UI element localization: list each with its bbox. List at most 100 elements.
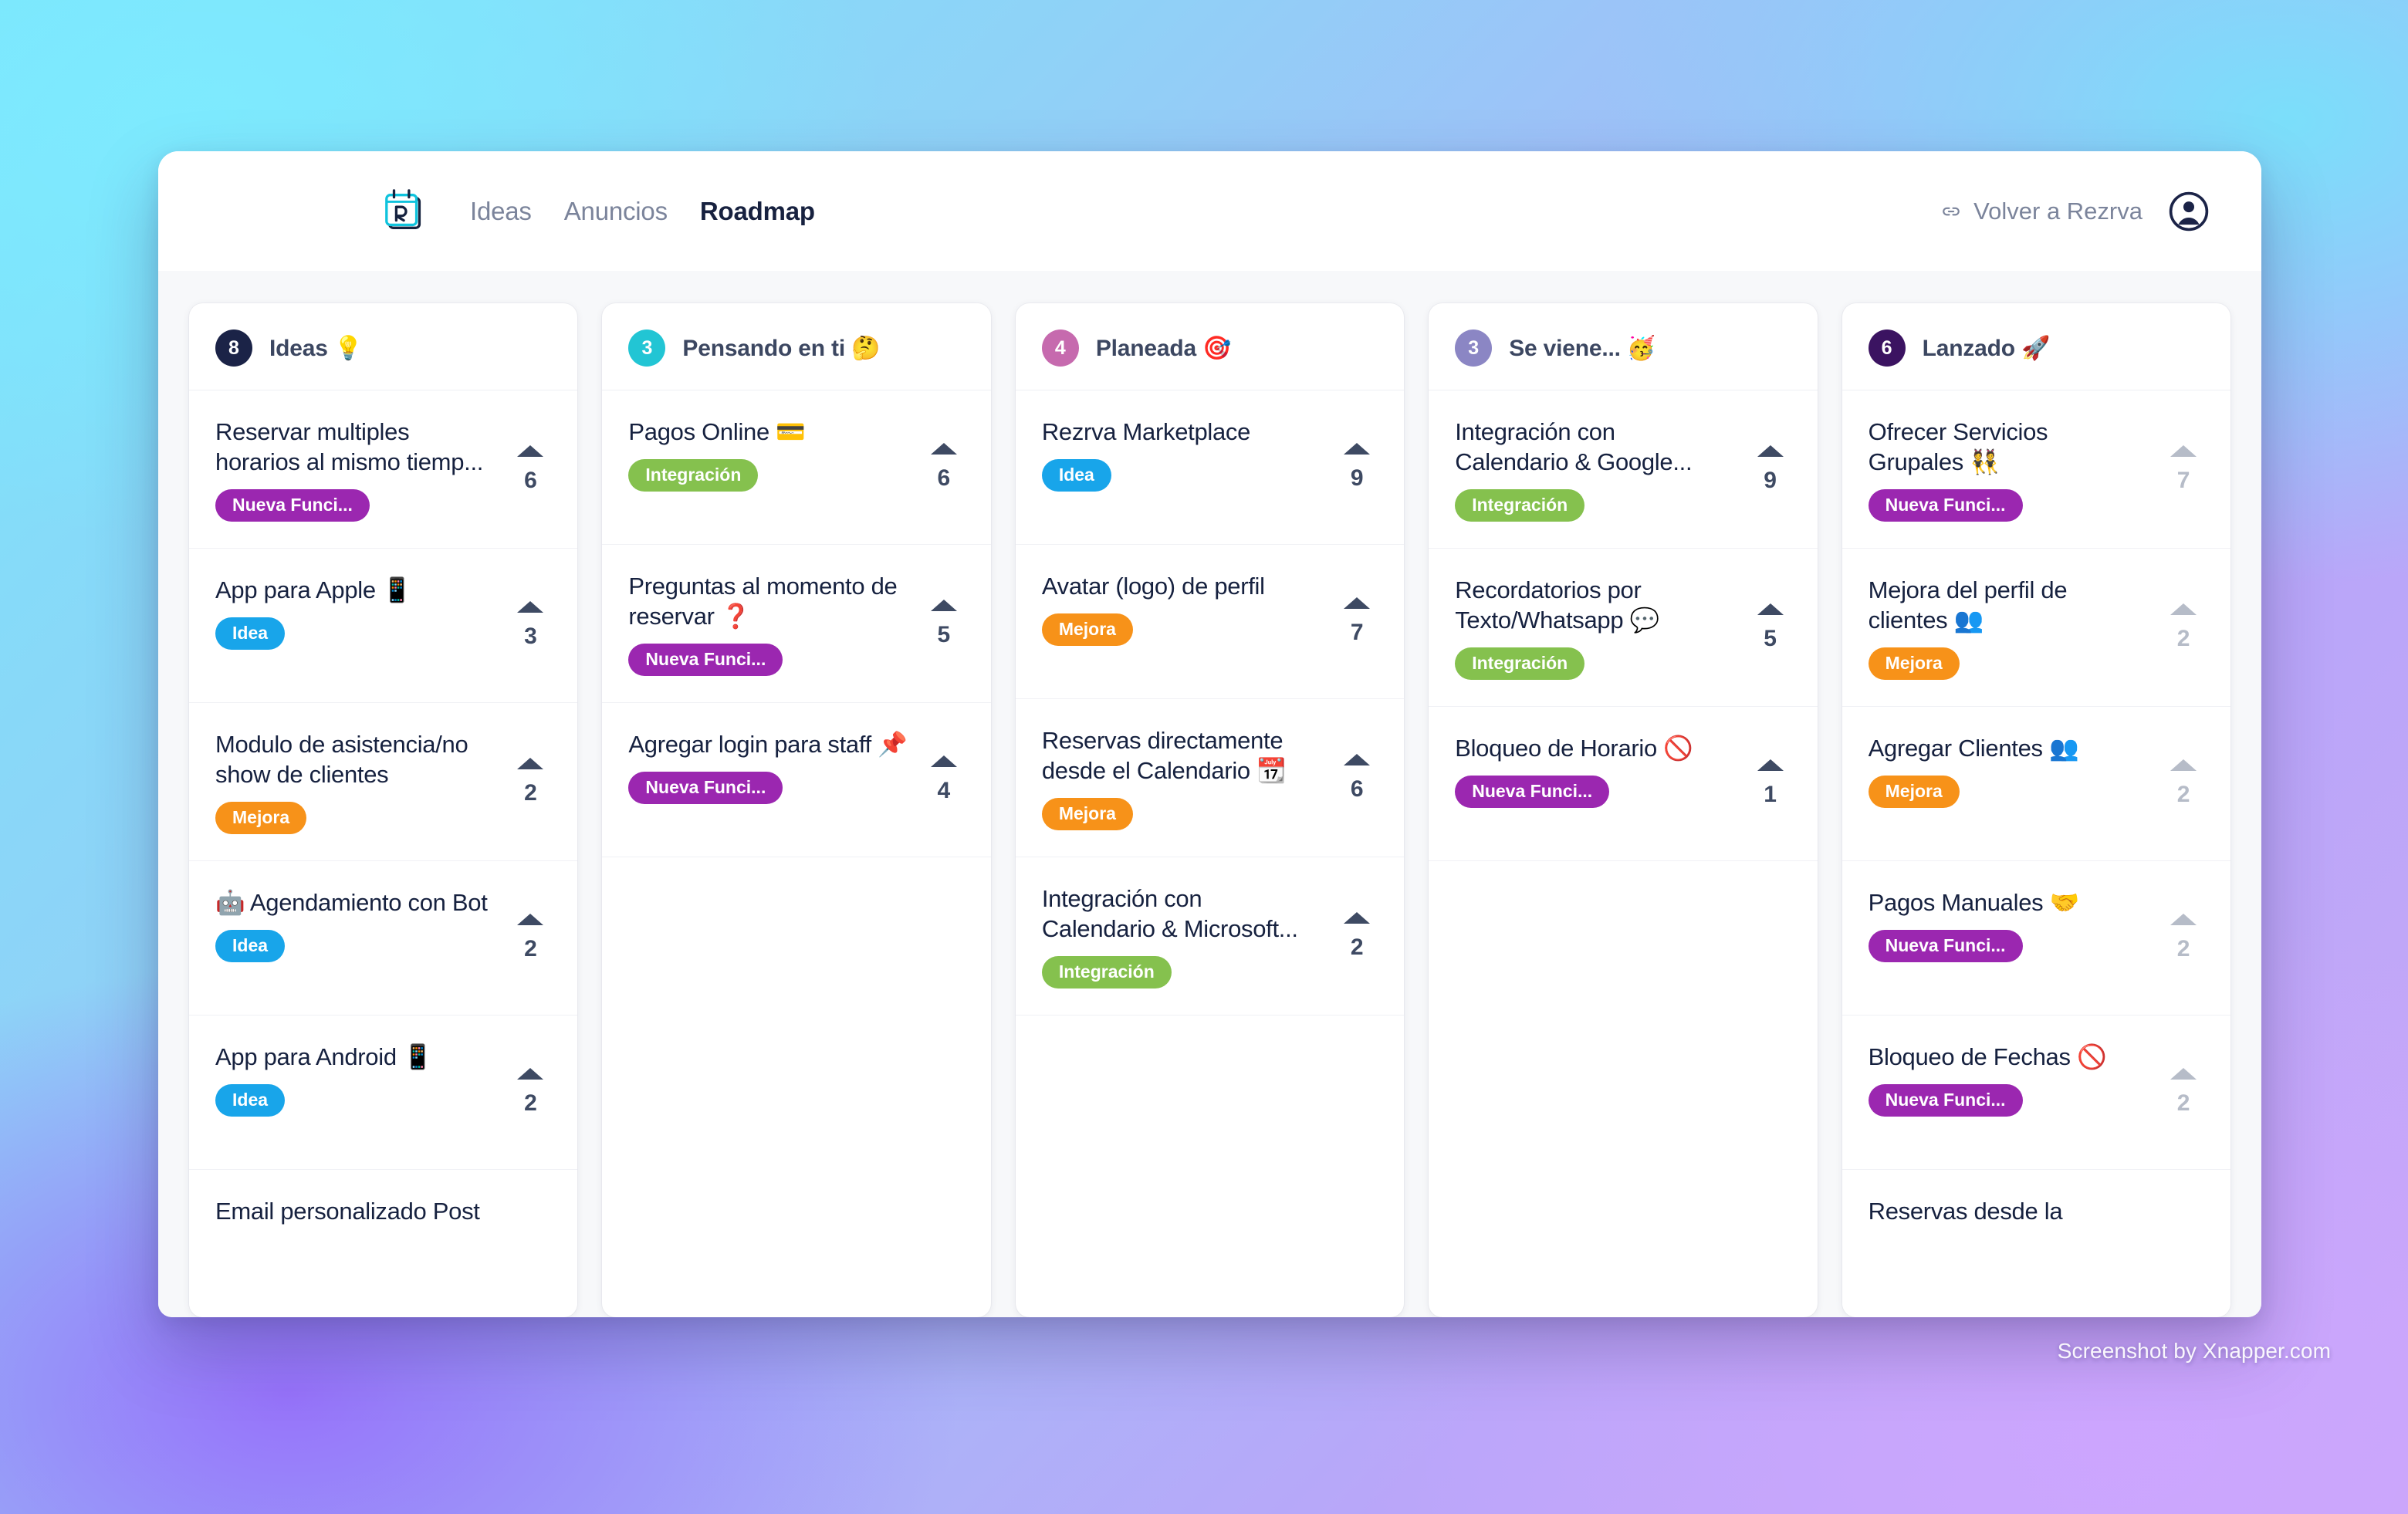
card-tag-badge: Mejora	[1868, 776, 1960, 809]
vote-control[interactable]: 6	[920, 443, 968, 492]
roadmap-card[interactable]: Rezrva Marketplace Idea 9	[1015, 390, 1405, 545]
upvote-arrow-icon[interactable]	[517, 914, 544, 926]
vote-control[interactable]: 3	[506, 601, 554, 650]
upvote-arrow-icon[interactable]	[517, 1068, 544, 1080]
upvote-arrow-icon	[2170, 914, 2197, 926]
column-title: Lanzado 🚀	[1922, 335, 2051, 361]
upvote-arrow-icon[interactable]	[1757, 444, 1784, 457]
roadmap-card[interactable]: Reservas desde la	[1842, 1170, 2231, 1317]
upvote-arrow-icon[interactable]	[517, 601, 544, 613]
card-main: Bloqueo de Fechas 🚫 Nueva Funci...	[1868, 1042, 2159, 1117]
roadmap-card[interactable]: Bloqueo de Fechas 🚫 Nueva Funci... 2	[1842, 1016, 2231, 1171]
roadmap-card[interactable]: Reservar multiples horarios al mismo tie…	[189, 390, 578, 549]
card-main: Mejora del perfil de clientes 👥 Mejora	[1868, 575, 2159, 681]
nav-link-ideas[interactable]: Ideas	[470, 197, 532, 226]
vote-count: 1	[1764, 782, 1777, 808]
upvote-arrow-icon[interactable]	[517, 757, 544, 769]
roadmap-card[interactable]: Bloqueo de Horario 🚫 Nueva Funci... 1	[1429, 707, 1818, 862]
roadmap-card[interactable]: Agregar Clientes 👥 Mejora 2	[1842, 707, 2231, 862]
upvote-arrow-icon[interactable]	[930, 755, 957, 768]
upvote-arrow-icon[interactable]	[1344, 443, 1371, 455]
upvote-arrow-icon[interactable]	[1757, 759, 1784, 772]
watermark: Screenshot by Xnapper.com	[2057, 1339, 2331, 1363]
vote-control[interactable]: 6	[506, 444, 554, 494]
nav-link-roadmap[interactable]: Roadmap	[700, 197, 815, 226]
vote-count: 6	[937, 465, 951, 491]
roadmap-card[interactable]: 🤖 Agendamiento con Bot Idea 2	[189, 861, 578, 1016]
roadmap-card[interactable]: Recordatorios por Texto/Whatsapp 💬 Integ…	[1429, 549, 1818, 708]
column-count-badge: 3	[628, 329, 666, 367]
upvote-arrow-icon[interactable]	[517, 444, 544, 457]
column-card-list: Rezrva Marketplace Idea 9 Avatar (logo) …	[1015, 390, 1405, 1317]
vote-count: 9	[1350, 465, 1364, 491]
roadmap-card[interactable]: Pagos Online 💳 Integración 6	[602, 390, 991, 545]
card-main: Reservar multiples horarios al mismo tie…	[215, 417, 506, 522]
card-main: Pagos Online 💳 Integración	[628, 417, 919, 492]
column-count-badge: 3	[1455, 329, 1493, 367]
column-title: Ideas 💡	[269, 335, 364, 361]
card-title: Email personalizado Post	[215, 1198, 480, 1225]
upvote-arrow-icon[interactable]	[930, 599, 957, 611]
card-title: Integración con Calendario & Microsoft..…	[1041, 885, 1298, 943]
roadmap-card[interactable]: App para Apple 📱 Idea 3	[189, 549, 578, 704]
vote-control[interactable]: 9	[1333, 443, 1381, 492]
nav-link-anuncios[interactable]: Anuncios	[564, 197, 668, 226]
user-avatar-icon[interactable]	[2169, 191, 2209, 231]
upvote-arrow-icon	[2170, 759, 2197, 772]
column-card-list: Reservar multiples horarios al mismo tie…	[189, 390, 578, 1317]
app-window: Ideas Anuncios Roadmap Volver a Rezrva 8…	[158, 151, 2261, 1317]
vote-control[interactable]: 2	[506, 1068, 554, 1117]
card-tag-badge: Idea	[215, 930, 286, 963]
roadmap-card[interactable]: App para Android 📱 Idea 2	[189, 1016, 578, 1171]
roadmap-card[interactable]: Modulo de asistencia/no show de clientes…	[189, 703, 578, 862]
card-main: App para Android 📱 Idea	[215, 1042, 506, 1117]
vote-control[interactable]: 6	[1333, 753, 1381, 803]
roadmap-card[interactable]: Reservas directamente desde el Calendari…	[1015, 699, 1405, 858]
vote-control[interactable]: 1	[1747, 759, 1794, 808]
roadmap-card[interactable]: Agregar login para staff 📌 Nueva Funci..…	[602, 703, 991, 858]
roadmap-card[interactable]: Ofrecer Servicios Grupales 👯 Nueva Funci…	[1842, 390, 2231, 549]
upvote-arrow-icon[interactable]	[930, 443, 957, 455]
vote-control[interactable]: 9	[1747, 444, 1794, 494]
card-main: 🤖 Agendamiento con Bot Idea	[215, 887, 506, 963]
vote-control[interactable]: 7	[1333, 597, 1381, 646]
roadmap-card[interactable]: Pagos Manuales 🤝 Nueva Funci... 2	[1842, 861, 2231, 1016]
vote-control[interactable]: 5	[920, 599, 968, 648]
upvote-arrow-icon[interactable]	[1344, 753, 1371, 765]
roadmap-card[interactable]: Preguntas al momento de reservar ❓ Nueva…	[602, 545, 991, 704]
vote-control[interactable]: 2	[506, 757, 554, 806]
card-tag-badge: Nueva Funci...	[1868, 1084, 2023, 1117]
vote-count: 4	[937, 778, 951, 804]
vote-control[interactable]: 2	[506, 914, 554, 962]
card-title: Agregar Clientes 👥	[1868, 735, 2079, 762]
roadmap-card[interactable]: Avatar (logo) de perfil Mejora 7	[1015, 545, 1405, 699]
roadmap-card[interactable]: Integración con Calendario & Microsoft..…	[1015, 857, 1405, 1016]
board-column-se-viene: 3 Se viene... 🥳 Integración con Calendar…	[1429, 303, 1818, 1317]
vote-control: 2	[2159, 759, 2207, 808]
upvote-arrow-icon[interactable]	[1344, 597, 1371, 609]
roadmap-card[interactable]: Email personalizado Post	[189, 1170, 578, 1317]
calendar-r-logo-icon[interactable]	[382, 188, 430, 235]
column-header: 3 Se viene... 🥳	[1429, 303, 1818, 390]
card-title: Modulo de asistencia/no show de clientes	[215, 731, 468, 789]
card-main: Avatar (logo) de perfil Mejora	[1041, 571, 1333, 647]
column-header: 8 Ideas 💡	[189, 303, 578, 390]
card-tag-badge: Mejora	[1041, 798, 1133, 831]
upvote-arrow-icon[interactable]	[1344, 911, 1371, 924]
vote-control[interactable]: 2	[1333, 911, 1381, 961]
card-title: Avatar (logo) de perfil	[1041, 573, 1265, 600]
vote-count: 2	[2176, 936, 2190, 962]
vote-control[interactable]: 5	[1747, 603, 1794, 652]
nav-right-group: Volver a Rezrva	[1940, 191, 2209, 231]
card-tag-badge: Mejora	[1041, 613, 1133, 647]
roadmap-card[interactable]: Integración con Calendario & Google... I…	[1429, 390, 1818, 549]
upvote-arrow-icon[interactable]	[1757, 603, 1784, 615]
card-main: Bloqueo de Horario 🚫 Nueva Funci...	[1455, 733, 1746, 809]
roadmap-card[interactable]: Mejora del perfil de clientes 👥 Mejora 2	[1842, 549, 2231, 708]
column-header: 6 Lanzado 🚀	[1842, 303, 2231, 390]
vote-count: 2	[1350, 934, 1364, 960]
back-to-rezrva-link[interactable]: Volver a Rezrva	[1940, 198, 2143, 225]
card-tag-badge: Nueva Funci...	[628, 644, 783, 677]
vote-count: 2	[524, 936, 537, 962]
vote-control[interactable]: 4	[920, 755, 968, 804]
